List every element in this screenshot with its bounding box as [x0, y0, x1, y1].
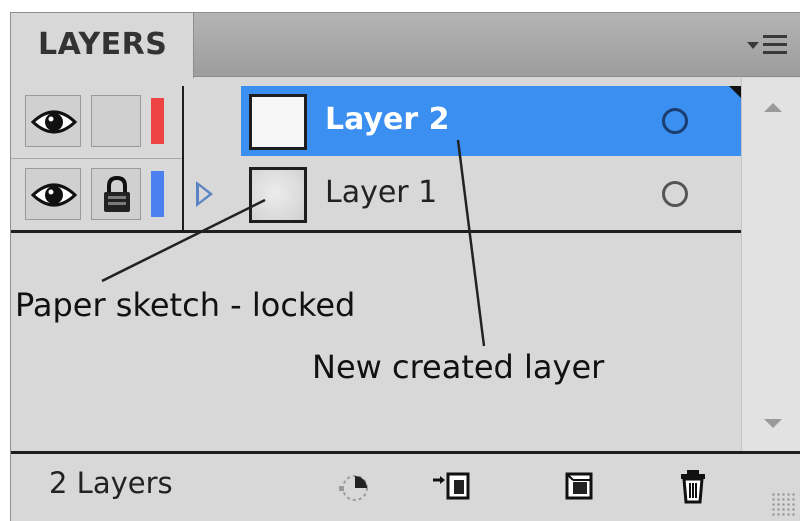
eye-icon: [30, 110, 78, 134]
panel-menu-icon[interactable]: [745, 31, 791, 61]
layer-name[interactable]: Layer 2: [325, 102, 449, 137]
target-circle-icon[interactable]: [662, 108, 688, 134]
annotation-new-created-layer: New created layer: [312, 348, 605, 386]
menu-line: [763, 35, 787, 38]
layer-count: 2 Layers: [49, 466, 173, 500]
target-circle-icon[interactable]: [662, 181, 688, 207]
lock-icon: [104, 175, 130, 212]
layer-thumbnail[interactable]: [249, 94, 307, 150]
lock-toggle[interactable]: [91, 168, 141, 220]
annotation-paper-sketch-locked: Paper sketch - locked: [15, 286, 356, 324]
layer-color-bar: [151, 171, 164, 217]
scroll-down-icon[interactable]: [764, 419, 782, 428]
scroll-up-icon[interactable]: [764, 103, 782, 112]
make-clipping-mask-icon[interactable]: [333, 466, 373, 506]
expand-triangle-icon[interactable]: [196, 181, 213, 207]
create-new-layer-icon[interactable]: [559, 466, 599, 506]
tab-layers-label: LAYERS: [38, 27, 168, 62]
menu-arrow-icon: [747, 42, 759, 49]
eye-icon: [30, 183, 78, 207]
visibility-toggle[interactable]: [25, 168, 81, 220]
selected-art-indicator: [729, 86, 741, 98]
layer-name[interactable]: Layer 1: [325, 175, 437, 210]
panel-tab-bar: LAYERS: [11, 13, 800, 78]
layers-panel: LAYERS Layer 2 Layer 1 2 Layers: [10, 12, 800, 521]
layer-row-2[interactable]: Layer 2: [11, 86, 741, 159]
panel-footer: 2 Layers: [11, 451, 800, 521]
create-sublayer-icon[interactable]: [431, 466, 471, 506]
delete-layer-icon[interactable]: [673, 466, 713, 506]
lock-toggle[interactable]: [91, 95, 141, 147]
list-divider: [11, 230, 741, 233]
layer-color-bar: [151, 98, 164, 144]
resize-grip-icon[interactable]: [771, 492, 795, 516]
layers-list: Layer 2 Layer 1: [11, 78, 741, 451]
layer-thumbnail[interactable]: [249, 167, 307, 223]
menu-line: [763, 43, 787, 46]
menu-line: [763, 51, 787, 54]
tab-layers[interactable]: LAYERS: [11, 13, 194, 78]
column-divider: [182, 86, 184, 230]
layer-row-1[interactable]: Layer 1: [11, 159, 741, 232]
visibility-toggle[interactable]: [25, 95, 81, 147]
scrollbar[interactable]: [741, 78, 800, 451]
